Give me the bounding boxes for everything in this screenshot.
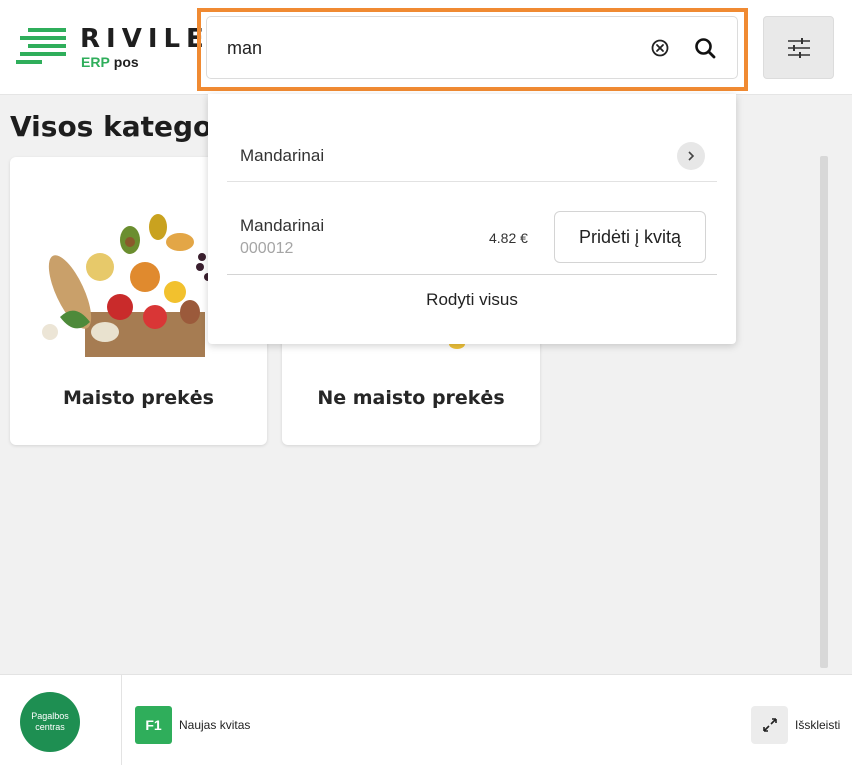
add-to-receipt-button[interactable]: Pridėti į kvitą (554, 211, 706, 263)
search-box[interactable] (206, 16, 738, 79)
help-line-2: centras (35, 722, 65, 732)
open-category-button[interactable] (677, 142, 705, 170)
search-input[interactable] (227, 34, 627, 62)
category-label: Ne maisto prekės (317, 387, 505, 409)
sliders-icon (788, 38, 810, 58)
new-receipt-label[interactable]: Naujas kvitas (179, 718, 250, 732)
result-product-row[interactable]: Mandarinai 000012 4.82 € Pridėti į kvitą (227, 182, 717, 275)
logo-pos: pos (113, 54, 139, 70)
category-label: Maisto prekės (63, 387, 214, 409)
filter-settings-button[interactable] (763, 16, 834, 79)
footer: Pagalbos centras F1 Naujas kvitas Išskle… (0, 674, 852, 765)
rivile-logo[interactable]: RIVILE ERP pos (14, 24, 204, 72)
expand-button[interactable] (751, 706, 788, 744)
clear-icon[interactable] (651, 39, 669, 57)
result-category-label: Mandarinai (240, 146, 325, 165)
expand-label[interactable]: Išskleisti (795, 718, 840, 732)
logo-wordmark: RIVILE (80, 24, 210, 54)
chevron-right-icon (688, 151, 695, 161)
search-icon[interactable] (694, 37, 716, 59)
help-line-1: Pagalbos (31, 711, 69, 721)
footer-divider (121, 675, 122, 765)
help-center-button[interactable]: Pagalbos centras (20, 692, 80, 752)
show-all-link[interactable]: Rodyti visus (208, 290, 736, 310)
product-name: Mandarinai (240, 216, 325, 235)
logo-bars-icon (14, 28, 68, 68)
logo-erp: ERP (81, 54, 110, 70)
header: RIVILE ERP pos (0, 0, 852, 95)
expand-icon (763, 718, 777, 732)
scrollbar[interactable] (820, 156, 828, 668)
product-code: 000012 (240, 240, 294, 257)
product-price: 4.82 € (489, 230, 528, 246)
result-category-row[interactable]: Mandarinai (227, 132, 717, 182)
groceries-image (42, 214, 212, 357)
f1-shortcut-button[interactable]: F1 (135, 706, 172, 744)
logo-subtitle: ERP pos (81, 54, 139, 70)
search-results-dropdown: Mandarinai Mandarinai 000012 4.82 € Prid… (208, 94, 736, 344)
